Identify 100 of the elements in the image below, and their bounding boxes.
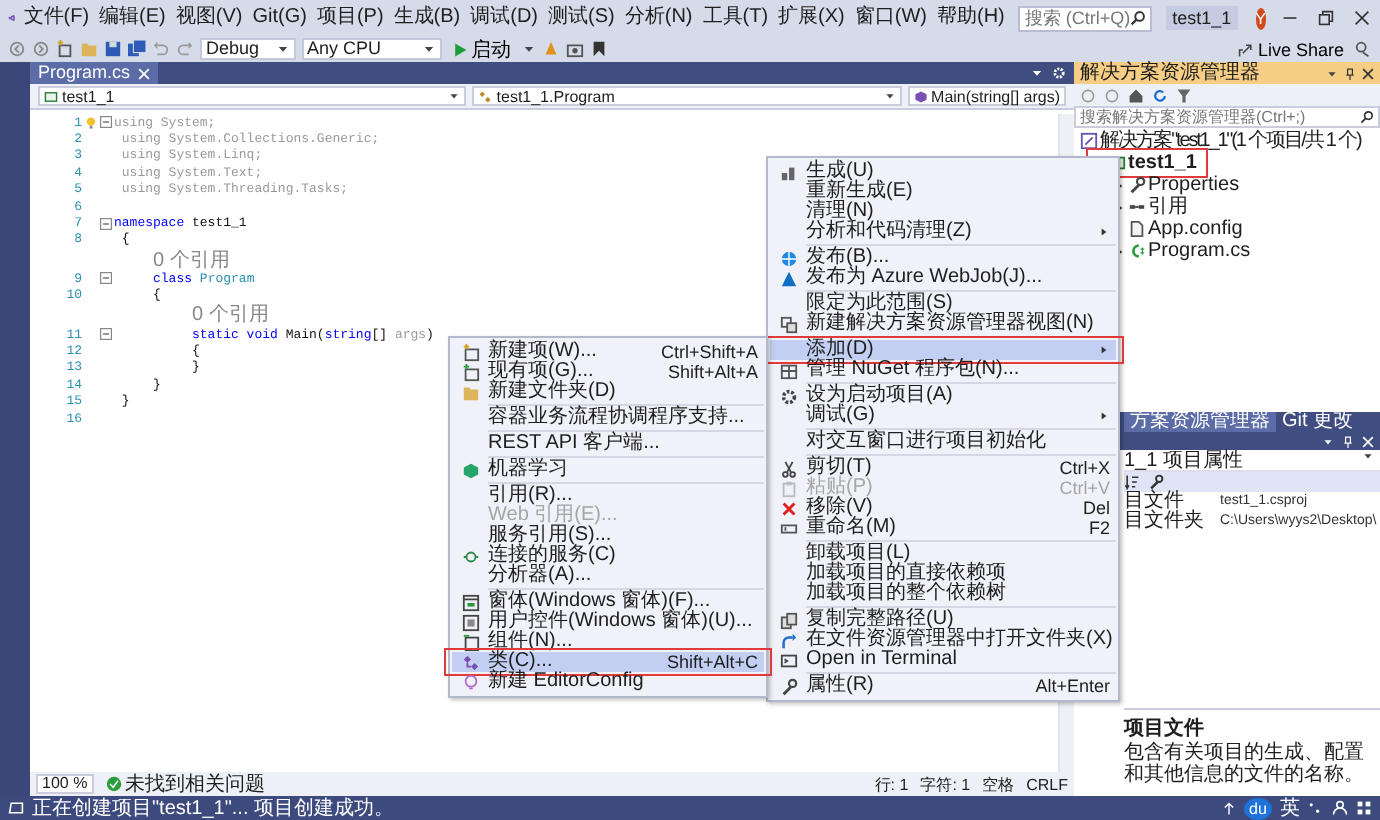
menu-item[interactable]: 服务引用(S)... [452,526,764,546]
menu-item[interactable]: 生成(B) [391,6,463,30]
shortcut-label: Ctrl+Shift+A [660,342,758,362]
menu-item[interactable]: 分析和代码清理(Z) [770,222,1116,242]
menu-item[interactable]: 调试(G) [770,406,1116,426]
menu-item[interactable]: 移除(V) Del [770,498,1116,518]
close-icon[interactable] [1354,10,1370,26]
avatar[interactable]: Y [1255,7,1266,29]
up-arrow-icon[interactable] [1222,801,1236,815]
menu-item[interactable]: 扩展(X) [776,6,847,30]
input-mode[interactable]: 英 [1280,794,1300,820]
caret-icon[interactable] [1030,66,1044,80]
menu-item[interactable]: 发布为 Azure WebJob(J)... [770,268,1116,288]
menu-item[interactable]: 调试(D) [468,6,541,30]
bookmark-icon[interactable] [589,40,608,58]
menu-item[interactable]: 设为启动项目(A) [770,386,1116,406]
menu-item[interactable]: 管理 NuGet 程序包(N)... [770,360,1116,380]
menu-item[interactable]: 重命名(M) F2 [770,518,1116,538]
menu-item[interactable]: 文件(F) [21,6,92,30]
menu-item[interactable]: 新建文件夹(D) [452,382,764,402]
menu-item[interactable]: 剪切(T) Ctrl+X [770,458,1116,478]
issues-status[interactable]: 未找到相关问题 [125,770,266,798]
sort-icon[interactable] [1124,474,1140,490]
menu-item[interactable]: 分析(N) [622,6,695,30]
menu-item[interactable]: Git(G) [250,6,309,30]
navigation-dropdown[interactable]: test1_1.Program [472,86,902,106]
menu-item[interactable]: 对交互窗口进行项目初始化 [770,432,1116,452]
menu-item[interactable]: 组件(N)... [452,632,764,652]
caret-icon[interactable] [1326,67,1338,79]
menu-item[interactable]: 用户控件(Windows 窗体)(U)... [452,612,764,632]
live-share-button[interactable]: Live Share [1233,39,1348,59]
collapse-icon[interactable] [100,217,112,230]
menu-item[interactable]: 窗口(W) [852,6,929,30]
feedback-icon[interactable] [1354,40,1372,58]
start-button[interactable]: 启动 [447,38,516,60]
collapse-icon[interactable] [100,272,112,285]
menu-item[interactable]: 发布(B)... [770,248,1116,268]
menu-item[interactable]: 卸载项目(L) [770,544,1116,564]
menu-item[interactable]: 机器学习 [452,460,764,480]
caret-icon[interactable] [521,42,536,56]
camera-icon[interactable] [565,40,584,58]
dots-icon[interactable] [1308,800,1324,816]
menu-item[interactable]: 连接的服务(C) [452,546,764,566]
menu-item[interactable]: 容器业务流程协调程序支持... [452,408,764,428]
pin-icon[interactable] [1344,67,1356,79]
wrench-icon[interactable] [1148,474,1164,490]
menu-item[interactable]: 编辑(E) [97,6,168,30]
property-name: 目文件夹 [1124,512,1206,532]
configuration-dropdown[interactable]: Debug [200,38,296,60]
tree-item[interactable]: 解决方案"test1_1"(1 个项目/共 1 个) [1074,130,1365,152]
restore-icon[interactable] [1318,10,1334,26]
back-icon[interactable] [8,40,26,58]
menu-item[interactable]: 属性(R) Alt+Enter [770,676,1116,696]
menu-item[interactable]: 生成(U) [770,162,1116,182]
menu-item[interactable]: Open in Terminal [770,650,1116,670]
menu-item[interactable]: 在文件资源管理器中打开文件夹(X) [770,630,1116,650]
menu-item[interactable]: 复制完整路径(U) [770,610,1116,630]
editor-tab[interactable]: Program.cs [30,62,159,84]
settings-icon[interactable] [1052,66,1066,80]
search-field[interactable]: 搜索解决方案资源管理器(Ctrl+;) [1074,106,1380,128]
control-icon [461,613,479,631]
menu-item[interactable]: 清理(N) [770,202,1116,222]
menu-item[interactable]: 帮助(H) [934,6,1007,30]
reference-count[interactable]: 0 个引用 [153,245,230,274]
platform-dropdown[interactable]: Any CPU [301,38,442,60]
menu-item[interactable]: 新建项(W)... Ctrl+Shift+A [452,342,764,362]
menu-item[interactable]: 新建 EditorConfig [452,672,764,692]
zoom-dropdown[interactable]: 100 % [36,774,94,794]
save-icon[interactable] [104,40,122,58]
refresh-icon[interactable] [1152,87,1168,103]
menu-item[interactable]: 项目(P) [314,6,386,30]
menu-item[interactable]: REST API 客户端... [452,434,764,454]
menu-item[interactable]: 重新生成(E) [770,182,1116,202]
menu-item[interactable]: 分析器(A)... [452,566,764,586]
forward-icon[interactable] [32,40,50,58]
menu-item[interactable]: 窗体(Windows 窗体)(F)... [452,592,764,612]
collapse-icon[interactable] [100,328,112,341]
menu-item[interactable]: 视图(V) [173,6,245,30]
grid-icon[interactable] [1356,800,1372,816]
collapse-icon[interactable] [100,116,112,129]
search-field[interactable]: 搜索 (Ctrl+Q) [1018,5,1153,31]
menu-item[interactable]: 新建解决方案资源管理器视图(N) [770,314,1116,334]
menu-item[interactable]: 加载项目的整个依赖树 [770,584,1116,604]
menu-item[interactable]: 现有项(G)... Shift+Alt+A [452,362,764,382]
navigation-dropdown[interactable]: test1_1 [38,86,467,106]
new-project-icon[interactable] [56,40,74,58]
menu-item[interactable]: 加载项目的直接依赖项 [770,564,1116,584]
navigation-dropdown[interactable]: Main(string[] args) [907,86,1066,106]
menu-item[interactable]: 工具(T) [700,6,771,30]
menu-item[interactable]: 引用(R)... [452,486,764,506]
input-badge[interactable]: du [1244,797,1272,819]
save-all-icon[interactable] [128,40,146,58]
reference-count[interactable]: 0 个引用 [192,300,269,329]
menu-item[interactable]: 限定为此范围(S) [770,294,1116,314]
close-icon[interactable] [1362,67,1374,79]
indent-status[interactable]: 空格 [982,773,1015,795]
person-icon[interactable] [1332,800,1348,816]
tree-item[interactable]: App.config [1114,218,1247,240]
line-ending-status[interactable]: CRLF [1026,775,1068,793]
menu-item[interactable]: 测试(S) [546,6,617,30]
